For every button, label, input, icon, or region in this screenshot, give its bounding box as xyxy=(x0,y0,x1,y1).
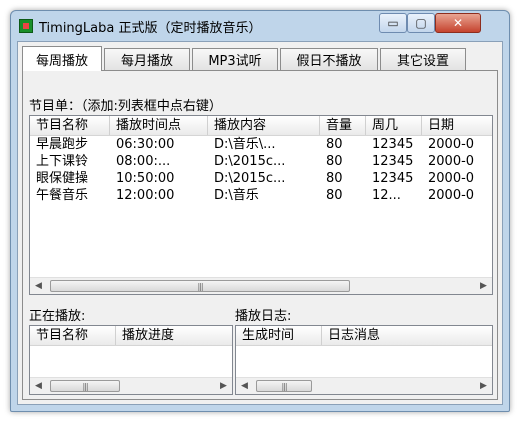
play-log-label: 播放日志: xyxy=(235,309,292,324)
cell-weekday: 12... xyxy=(372,188,401,203)
cell-volume: 80 xyxy=(326,154,343,169)
cell-time: 06:30:00 xyxy=(116,137,175,152)
cell-name: 午餐音乐 xyxy=(36,188,89,203)
table-row[interactable]: 午餐音乐 12:00:00 D:\音乐 80 12... 2000-0 xyxy=(30,187,492,204)
cell-name: 眼保健操 xyxy=(36,171,89,186)
program-list-hscrollbar[interactable]: ◀ ||| ▶ xyxy=(30,277,492,294)
scroll-thumb[interactable]: ||| xyxy=(50,280,350,292)
tab-other-settings[interactable]: 其它设置 xyxy=(380,48,466,70)
scroll-left-icon[interactable]: ◀ xyxy=(236,378,253,394)
col-log-message[interactable]: 日志消息 xyxy=(322,326,492,345)
cell-content: D:\2015c... xyxy=(214,154,286,169)
main-window: TimingLaba 正式版（定时播放音乐） ▭ ▢ ✕ 每周播放 每月播放 M… xyxy=(10,10,510,412)
tab-mp3-preview[interactable]: MP3试听 xyxy=(192,48,278,70)
col-program-name[interactable]: 节目名称 xyxy=(30,116,110,135)
cell-name: 早晨跑步 xyxy=(36,137,89,152)
cell-content: D:\音乐 xyxy=(214,188,259,203)
cell-name: 上下课铃 xyxy=(36,154,89,169)
cell-date: 2000-0 xyxy=(428,188,475,203)
cell-content: D:\音乐\... xyxy=(214,137,276,152)
window-title: TimingLaba 正式版（定时播放音乐） xyxy=(39,21,262,36)
now-playing-hscrollbar[interactable]: ◀ ||| ▶ xyxy=(30,377,232,394)
cell-volume: 80 xyxy=(326,188,343,203)
col-volume[interactable]: 音量 xyxy=(320,116,366,135)
cell-volume: 80 xyxy=(326,171,343,186)
program-list-label: 节目单：（添加:列表框中点右键） xyxy=(29,99,222,114)
close-button[interactable]: ✕ xyxy=(435,13,481,33)
table-row[interactable]: 早晨跑步 06:30:00 D:\音乐\... 80 12345 2000-0 xyxy=(30,136,492,153)
cell-time: 10:50:00 xyxy=(116,171,175,186)
cell-date: 2000-0 xyxy=(428,171,475,186)
now-playing-label: 正在播放: xyxy=(29,309,86,324)
cell-time: 08:00:... xyxy=(116,154,171,169)
maximize-button[interactable]: ▢ xyxy=(407,13,435,33)
cell-weekday: 12345 xyxy=(372,137,414,152)
tab-holiday[interactable]: 假日不播放 xyxy=(280,48,378,70)
col-weekday[interactable]: 周几 xyxy=(366,116,422,135)
app-icon xyxy=(19,19,33,33)
now-playing-header: 节目名称 播放进度 xyxy=(30,326,232,346)
tab-monthly[interactable]: 每月播放 xyxy=(104,48,190,70)
scroll-right-icon[interactable]: ▶ xyxy=(215,378,232,394)
minimize-button[interactable]: ▭ xyxy=(379,13,407,33)
scroll-right-icon[interactable]: ▶ xyxy=(475,378,492,394)
cell-time: 12:00:00 xyxy=(116,188,175,203)
now-playing-list[interactable]: 节目名称 播放进度 ◀ ||| ▶ xyxy=(29,325,233,395)
program-list[interactable]: 节目名称 播放时间点 播放内容 音量 周几 日期 早晨跑步 06:30:00 D… xyxy=(29,115,493,295)
scroll-right-icon[interactable]: ▶ xyxy=(475,278,492,294)
scroll-thumb[interactable]: ||| xyxy=(256,380,312,392)
play-log-hscrollbar[interactable]: ◀ ||| ▶ xyxy=(236,377,492,394)
scroll-left-icon[interactable]: ◀ xyxy=(30,378,47,394)
cell-date: 2000-0 xyxy=(428,154,475,169)
client-area: 每周播放 每月播放 MP3试听 假日不播放 其它设置 节目单：（添加:列表框中点… xyxy=(17,41,503,405)
play-log-list[interactable]: 生成时间 日志消息 ◀ ||| ▶ xyxy=(235,325,493,395)
title-bar[interactable]: TimingLaba 正式版（定时播放音乐） ▭ ▢ ✕ xyxy=(11,11,509,41)
col-date[interactable]: 日期 xyxy=(422,116,492,135)
play-log-header: 生成时间 日志消息 xyxy=(236,326,492,346)
weekly-panel: 节目单：（添加:列表框中点右键） 节目名称 播放时间点 播放内容 音量 周几 日… xyxy=(22,70,498,400)
cell-content: D:\2015c... xyxy=(214,171,286,186)
table-row[interactable]: 上下课铃 08:00:... D:\2015c... 80 12345 2000… xyxy=(30,153,492,170)
col-now-program-name[interactable]: 节目名称 xyxy=(30,326,116,345)
cell-volume: 80 xyxy=(326,137,343,152)
col-now-progress[interactable]: 播放进度 xyxy=(116,326,232,345)
cell-weekday: 12345 xyxy=(372,171,414,186)
tab-weekly[interactable]: 每周播放 xyxy=(22,46,102,71)
col-play-content[interactable]: 播放内容 xyxy=(208,116,320,135)
col-play-time[interactable]: 播放时间点 xyxy=(110,116,208,135)
col-log-time[interactable]: 生成时间 xyxy=(236,326,322,345)
program-list-header: 节目名称 播放时间点 播放内容 音量 周几 日期 xyxy=(30,116,492,136)
cell-weekday: 12345 xyxy=(372,154,414,169)
cell-date: 2000-0 xyxy=(428,137,475,152)
scroll-thumb[interactable]: ||| xyxy=(50,380,120,392)
table-row[interactable]: 眼保健操 10:50:00 D:\2015c... 80 12345 2000-… xyxy=(30,170,492,187)
scroll-left-icon[interactable]: ◀ xyxy=(30,278,47,294)
